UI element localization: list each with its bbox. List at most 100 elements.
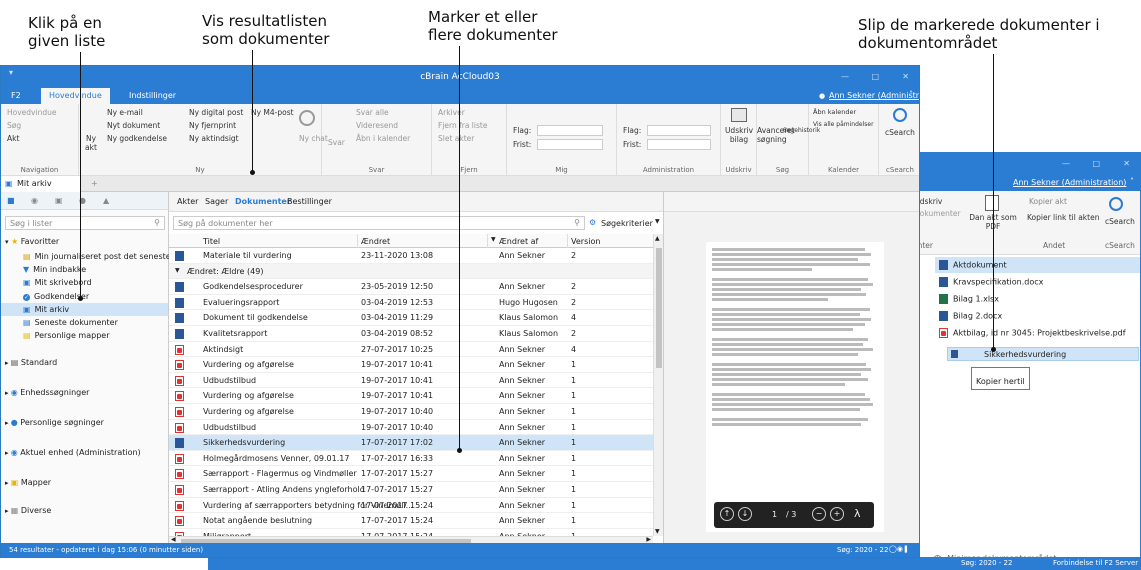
page-down-icon[interactable]: ↓ (738, 507, 752, 521)
table-row[interactable]: Notat angående beslutning 17-07-2017 15:2… (169, 513, 653, 529)
minimize-icon[interactable]: — (1062, 159, 1070, 168)
table-row[interactable]: Aktindsigt 27-07-2017 10:25 Ann Sekner 4 (169, 342, 653, 358)
aabn-kalender-ribbon-button[interactable]: Åbn kalender (813, 108, 856, 116)
win2-user-link[interactable]: Ann Sekner (Administration) (1013, 178, 1126, 187)
fjern-fra-liste-button[interactable]: Fjern fra liste (438, 121, 487, 130)
table-row[interactable]: Udbudstilbud 19-07-2017 10:41 Ann Sekner 1 (169, 373, 653, 389)
tab-dokumenter[interactable]: Dokumenter (235, 197, 291, 206)
svar-alle-button[interactable]: Svar alle (356, 108, 389, 117)
sidebar-group-1[interactable]: ▸ ▤ Standard (5, 358, 57, 367)
tab-sager[interactable]: Sager (205, 197, 228, 206)
slet-akter-button[interactable]: Slet akter (438, 134, 474, 143)
win2-dokumenter[interactable]: dokumenter (915, 209, 961, 218)
maximize-icon[interactable]: □ (1092, 159, 1100, 168)
table-row[interactable]: Materiale til vurdering 23-11-2020 13:08 A… (169, 248, 653, 264)
zoom-in-icon[interactable]: + (830, 507, 844, 521)
table-row[interactable]: Vurdering og afgørelse 19-07-2017 10:40 An… (169, 404, 653, 420)
adm-frist-input[interactable] (647, 139, 711, 150)
close-icon[interactable]: ✕ (902, 72, 909, 81)
doc-area-item[interactable]: Kravspecifikation.docx (939, 277, 1043, 287)
arkiver-button[interactable]: Arkivér (438, 108, 465, 117)
sidebar-group-4[interactable]: ▸ ◉ Aktuel enhed (Administration) (5, 448, 141, 457)
table-row[interactable]: Vurdering og afgørelse 19-07-2017 10:41 An… (169, 388, 653, 404)
user-link[interactable]: Ann Sekner (Administration) (829, 91, 919, 100)
col-aendret-af[interactable]: Ændret af (499, 237, 538, 246)
share-icon[interactable]: ▲ (103, 196, 109, 205)
sidebar-item-6[interactable]: ▤ Seneste dokumenter (1, 316, 168, 329)
sidebar-item-2[interactable]: ▼ Min indbakke (1, 263, 168, 276)
sidebar-group-3[interactable]: ▸ ● Personlige søgninger (5, 418, 104, 427)
csearch-icon[interactable] (1109, 197, 1123, 211)
scroll-up-icon[interactable]: ▲ (655, 235, 660, 242)
doc-area-item[interactable]: Aktbilag, id nr 3045: Projektbeskrivelse… (939, 328, 1126, 338)
table-row[interactable]: Sikkerhedsvurdering 17-07-2017 17:02 Ann S… (169, 435, 653, 451)
nav-hovedvindue[interactable]: Hovedvindue (7, 108, 56, 117)
scroll-down-icon[interactable]: ▼ (655, 528, 660, 535)
ny-godkendelse-button[interactable]: Ny godkendelse (107, 134, 167, 143)
table-row[interactable]: Miljørapport17-07-2017 15:24Ann Sekner1 (169, 529, 653, 536)
ny-akt-button[interactable]: Ny akt (83, 134, 99, 152)
acrobat-icon[interactable]: λ (854, 507, 861, 520)
tab-indstillinger[interactable]: Indstillinger (129, 91, 176, 100)
mig-flag-select[interactable] (537, 125, 603, 136)
ny-aktindsigt-button[interactable]: Ny aktindsigt (189, 134, 239, 143)
sidebar-item-5[interactable]: ▣ Mit arkiv (1, 302, 168, 316)
soegehistorik-button[interactable]: Søgehistorik (783, 126, 820, 135)
nyt-dokument-button[interactable]: Nyt dokument (107, 121, 160, 130)
col-aendret[interactable]: Ændret (361, 237, 390, 246)
table-row[interactable]: Særrapport - Atling Andens yngleforhold 1… (169, 482, 653, 498)
mig-frist-input[interactable] (537, 139, 603, 150)
tab-f2[interactable]: F2 (11, 91, 21, 100)
table-row[interactable]: Evalueringsrapport 03-04-2019 12:53 Hugo H… (169, 295, 653, 311)
csearch-button[interactable]: cSearch (885, 128, 915, 137)
table-row[interactable]: Holmegårdmosens Venner, 09.01.17 17-07-20… (169, 451, 653, 467)
new-list-icon[interactable]: ■ (7, 196, 15, 205)
tab-hovedvindue[interactable]: Hovedvindue (41, 88, 110, 104)
aabn-kalender-button[interactable]: Åbn i kalender (356, 134, 410, 143)
search-criteria-button[interactable]: Søgekriterier (601, 219, 653, 228)
table-row[interactable]: Kvalitetsrapport 03-04-2019 08:52 Klaus Sa… (169, 326, 653, 342)
videresend-button[interactable]: Videresend (356, 121, 398, 130)
table-row[interactable]: Udbudstilbud 19-07-2017 10:40 Ann Sekner 1 (169, 420, 653, 436)
scroll-left-icon[interactable]: ◀ (171, 536, 176, 543)
avanceret-soegning-button[interactable]: Avanceret søgning (757, 126, 795, 144)
ny-m4-post-button[interactable]: Ny M4-post (251, 108, 294, 117)
sidebar-group-6[interactable]: ▸ ▦ Diverse (5, 506, 51, 515)
tab-mit-arkiv[interactable]: ▣ Mit arkiv (1, 176, 81, 192)
nav-soeg[interactable]: Søg (7, 121, 21, 130)
table-row[interactable]: Vurdering og afgørelse 19-07-2017 10:41 An… (169, 357, 653, 373)
ny-fjernprint-button[interactable]: Ny fjernprint (189, 121, 236, 130)
win2-csearch[interactable]: cSearch (1105, 217, 1135, 226)
sidebar-item-4[interactable]: ✓ Godkendelser (1, 290, 168, 303)
add-tab-icon[interactable]: + (91, 179, 98, 188)
sidebar-group-5[interactable]: ▸ ▣ Mapper (5, 478, 51, 487)
win2-kopier-akt[interactable]: Kopier akt (1029, 197, 1067, 206)
collapse-ribbon-icon[interactable]: ˄ (909, 90, 913, 99)
ny-digital-post-button[interactable]: Ny digital post (189, 108, 243, 117)
table-row[interactable]: Godkendelsesprocedurer 23-05-2019 12:50 An… (169, 279, 653, 295)
sidebar-item-7[interactable]: ▤ Personlige mapper (1, 329, 168, 342)
col-version[interactable]: Version (571, 237, 600, 246)
csearch-icon[interactable] (893, 108, 907, 122)
table-row[interactable]: Vurdering af særrapporters betydning for… (169, 498, 653, 514)
sidebar-item-1[interactable]: ▤ Min journaliseret post det seneste år (1, 250, 181, 263)
list-search-input[interactable]: Søg i lister ⚲ (5, 216, 165, 230)
zoom-out-icon[interactable]: − (812, 507, 826, 521)
chevron-down-icon[interactable]: ▼ (655, 218, 660, 225)
sidebar-item-3[interactable]: ▣ Mit skrivebord (1, 276, 168, 289)
close-icon[interactable]: ✕ (1123, 159, 1130, 168)
doc-area-item[interactable]: Aktdokument (939, 260, 1007, 270)
scroll-right-icon[interactable]: ▶ (646, 536, 651, 543)
win2-kopier-link[interactable]: Kopier link til akten (1027, 213, 1099, 222)
adm-flag-select[interactable] (647, 125, 711, 136)
doc-area-item[interactable]: Bilag 1.xlsx (939, 294, 999, 304)
svar-button[interactable]: Svar (328, 138, 345, 147)
collapse-ribbon-icon[interactable]: ˄ (1130, 177, 1134, 186)
vertical-scrollbar[interactable]: ▲ ▼ (653, 234, 663, 536)
vis-alle-paamindelser-button[interactable]: Vis alle påmindelser (813, 121, 874, 128)
table-row[interactable]: Særrapport - Flagermus og Vindmøller 17-0… (169, 466, 653, 482)
table-row[interactable]: Dokument til godkendelse 03-04-2019 11:29… (169, 310, 653, 326)
col-titel[interactable]: Titel (203, 237, 220, 246)
tree-icon[interactable]: ◉ (31, 196, 38, 205)
nav-akt[interactable]: Akt (7, 134, 19, 143)
